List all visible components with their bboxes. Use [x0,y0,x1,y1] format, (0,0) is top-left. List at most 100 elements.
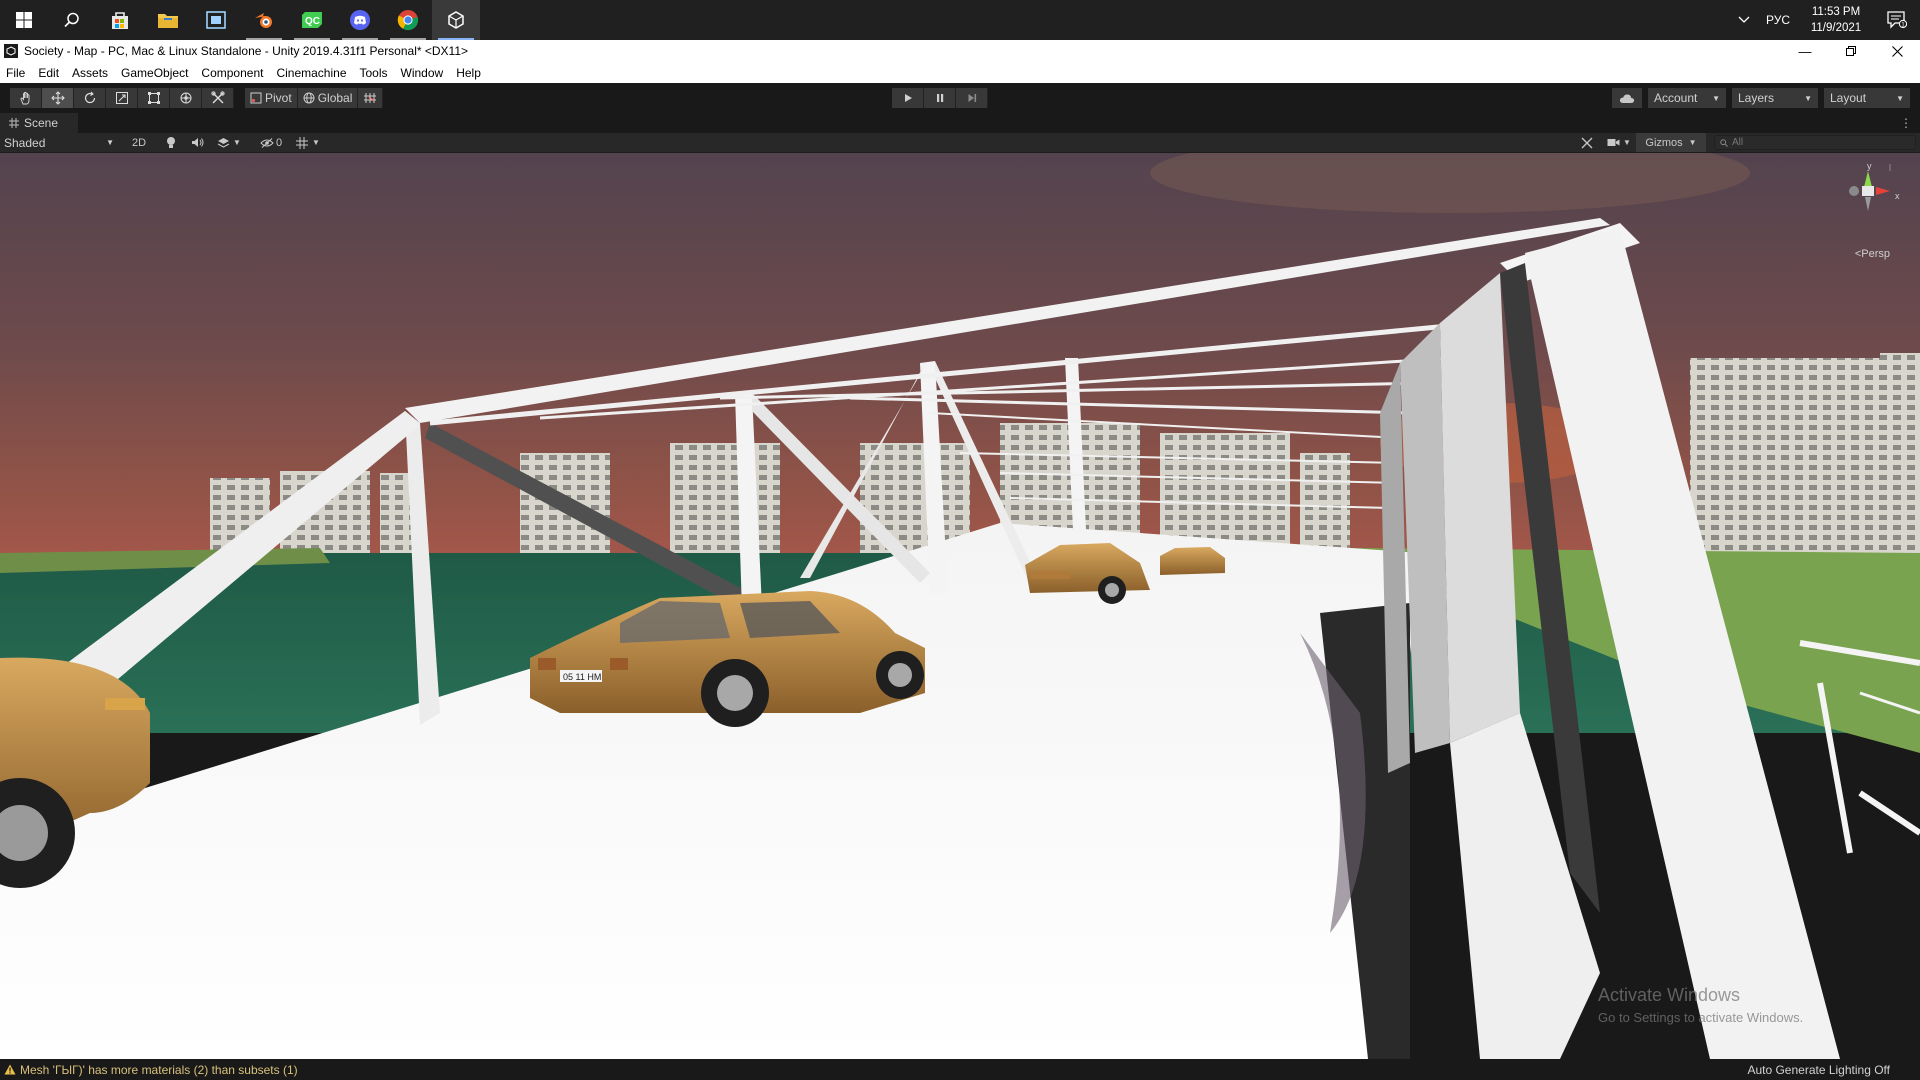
globe-icon [303,92,315,104]
2d-mode-toggle[interactable]: 2D [128,133,150,152]
film-icon [206,11,226,29]
pivot-toggle[interactable]: Pivot [245,88,298,108]
taskbar-blender[interactable] [240,0,288,40]
scene-lighting-toggle[interactable] [160,133,182,152]
grid-visibility-dropdown[interactable]: ▼ [290,133,326,152]
gizmos-caret-icon: ▼ [1688,138,1697,147]
taskbar-chrome[interactable] [384,0,432,40]
window-title-bar[interactable]: Society - Map - PC, Mac & Linux Standalo… [0,40,1920,62]
action-center-button[interactable]: 1 [1874,11,1920,29]
search-icon [64,12,79,28]
input-language-indicator[interactable]: РУС [1758,13,1798,27]
transform-tool-button[interactable] [170,88,202,108]
move-tool-button[interactable] [42,88,74,108]
notification-icon: 1 [1887,11,1907,29]
effects-caret-icon: ▼ [233,138,241,147]
show-hidden-icons-button[interactable] [1730,16,1758,24]
pause-icon [936,94,943,102]
global-toggle[interactable]: Global [297,88,359,108]
unity-icon [448,11,464,29]
scene-grid-icon [9,118,19,128]
taskbar-store[interactable] [96,0,144,40]
window-title: Society - Map - PC, Mac & Linux Standalo… [24,44,469,58]
clock-time: 11:53 PM [1811,6,1861,18]
speaker-icon [191,138,203,147]
taskbar-media-app[interactable] [192,0,240,40]
license-plate-text: 05 11 HM [563,672,601,682]
scene-tab[interactable]: Scene [0,113,78,133]
hand-tool-button[interactable] [10,88,42,108]
tools-crossed-icon [210,91,225,104]
pause-button[interactable] [924,88,956,108]
taskbar-discord[interactable] [336,0,384,40]
playmode-controls [892,88,988,108]
draw-mode-dropdown[interactable]: Shaded ▼ [0,133,120,152]
global-label: Global [317,91,353,105]
gizmos-dropdown[interactable]: Gizmos ▼ [1636,133,1706,152]
custom-tool-button[interactable] [202,88,234,108]
menu-edit[interactable]: Edit [38,66,59,80]
layers-dropdown[interactable]: Layers ▼ [1732,88,1818,108]
scene-search-input[interactable]: All [1714,135,1916,150]
layout-dropdown[interactable]: Layout ▼ [1824,88,1910,108]
persp-label: Persp [1861,248,1890,260]
taskbar-search-button[interactable] [48,0,96,40]
folder-icon [158,14,178,28]
chevron-up-icon [1738,16,1750,23]
pivot-icon [250,92,262,104]
layout-label: Layout [1830,91,1867,105]
scene-visibility-toggle[interactable]: 0 [256,133,286,152]
collab-cloud-button[interactable] [1612,88,1642,108]
step-button[interactable] [956,88,988,108]
scene-effects-dropdown[interactable]: ▼ [213,133,245,152]
taskbar-unity[interactable] [432,0,480,40]
scene-audio-toggle[interactable] [186,133,208,152]
restore-icon [1846,46,1856,56]
draw-mode-label: Shaded [4,135,46,150]
menu-tools[interactable]: Tools [360,66,388,80]
scene-camera-dropdown[interactable]: ▼ [1604,133,1634,152]
play-button[interactable] [892,88,924,108]
rotate-icon [84,91,95,104]
scale-tool-button[interactable] [106,88,138,108]
minimize-button[interactable]: — [1782,40,1828,62]
account-label: Account [1654,91,1698,105]
lighting-status[interactable]: Auto Generate Lighting Off [1747,1063,1890,1077]
blender-icon [255,13,272,28]
lightbulb-icon [167,137,175,148]
menu-file[interactable]: File [6,66,25,80]
tab-options-icon[interactable]: ⋮ [1900,116,1912,130]
axis-gizmo-icon: y x [1849,161,1900,211]
svg-text:y: y [1867,161,1872,171]
menu-gameobject[interactable]: GameObject [121,66,188,80]
menu-assets[interactable]: Assets [72,66,108,80]
menu-component[interactable]: Component [201,66,263,80]
scene-orientation-gizmo[interactable]: y x [1840,161,1900,251]
transform-tools [10,88,234,108]
rect-tool-button[interactable] [138,88,170,108]
taskbar-clock[interactable]: 11:53 PM 11/9/2021 [1798,4,1874,36]
console-warning[interactable]: Mesh 'ГЫГ)' has more materials (2) than … [0,1063,298,1077]
activate-title: Activate Windows [1598,985,1741,1005]
projection-toggle[interactable]: <Persp [1855,248,1890,260]
rotate-tool-button[interactable] [74,88,106,108]
search-icon [1720,138,1728,147]
account-dropdown[interactable]: Account ▼ [1648,88,1726,108]
grid-snap-toggle[interactable] [358,88,384,108]
cloud-icon [1619,93,1635,103]
discord-icon [350,10,370,30]
close-button[interactable] [1874,40,1920,62]
scene-tools-button[interactable] [1576,133,1598,152]
taskbar-qt-creator[interactable]: QC [288,0,336,40]
rect-transform-icon [147,92,160,104]
menu-help[interactable]: Help [456,66,481,80]
minimize-icon: — [1798,43,1812,59]
taskbar-file-explorer[interactable] [144,0,192,40]
step-icon [968,94,976,102]
svg-text:x: x [1895,191,1900,201]
restore-button[interactable] [1828,40,1874,62]
scene-viewport[interactable]: 05 11 HM y x <Persp Activate Windows Go … [0,153,1920,1059]
menu-cinemachine[interactable]: Cinemachine [276,66,346,80]
menu-window[interactable]: Window [401,66,444,80]
start-button[interactable] [0,0,48,40]
